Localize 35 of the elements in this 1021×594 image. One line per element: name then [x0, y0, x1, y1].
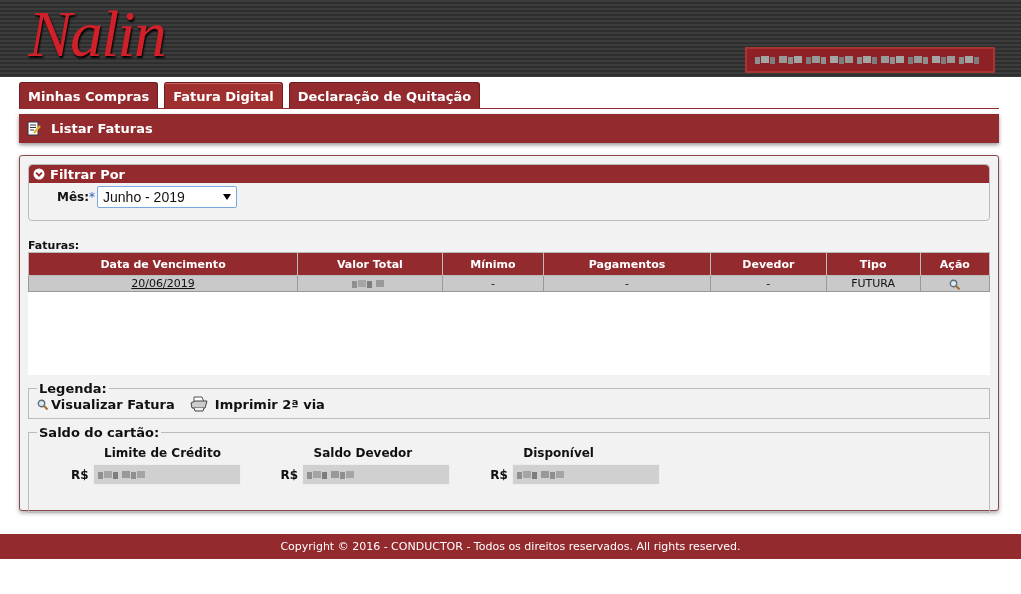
invoices-label: Faturas:	[28, 239, 81, 252]
page-title: Listar Faturas	[51, 121, 153, 136]
footer-text: Copyright © 2016 - CONDUCTOR - Todos os direitos reservados. All rights reserved.	[0, 534, 1021, 559]
column-header: Mínimo	[442, 252, 544, 276]
column-header: Pagamentos	[543, 252, 711, 276]
column-header: Valor Total	[297, 252, 443, 276]
tab[interactable]: Minhas Compras	[19, 82, 159, 108]
legend-label: Imprimir 2ª via	[214, 396, 325, 412]
filter-header[interactable]: Filtrar Por	[29, 165, 989, 183]
month-label: Mês:	[57, 190, 90, 204]
due-date-link[interactable]: 20/06/2019	[131, 277, 195, 290]
printer-icon	[189, 396, 208, 412]
column-header: Data de Vencimento	[28, 252, 298, 276]
tab[interactable]: Fatura Digital	[164, 82, 283, 108]
search-icon	[37, 398, 48, 410]
column-header: Devedor	[710, 252, 827, 276]
field-label: Disponível	[523, 446, 595, 460]
month-select[interactable]: Junho - 2019	[97, 186, 238, 208]
currency-label: R$	[280, 467, 299, 482]
tab[interactable]: Declaração de Quitação	[288, 82, 481, 108]
search-icon[interactable]	[949, 278, 961, 290]
document-edit-icon	[27, 121, 41, 136]
legend-title: Legenda:	[38, 381, 108, 396]
legend-label: Visualizar Fatura	[51, 396, 175, 412]
balance-title: Saldo do cartão:	[38, 425, 161, 440]
column-header: Ação	[920, 252, 990, 276]
column-header: Tipo	[826, 252, 921, 276]
currency-label: R$	[71, 467, 89, 482]
filter-title: Filtrar Por	[50, 166, 125, 182]
dropdown-arrow-icon	[223, 194, 232, 200]
currency-label: R$	[490, 467, 508, 482]
logo: Nalin	[28, 0, 165, 70]
field-label: Saldo Devedor	[313, 446, 414, 460]
required-mark: *	[89, 190, 96, 204]
field-label: Limite de Crédito	[104, 446, 222, 460]
